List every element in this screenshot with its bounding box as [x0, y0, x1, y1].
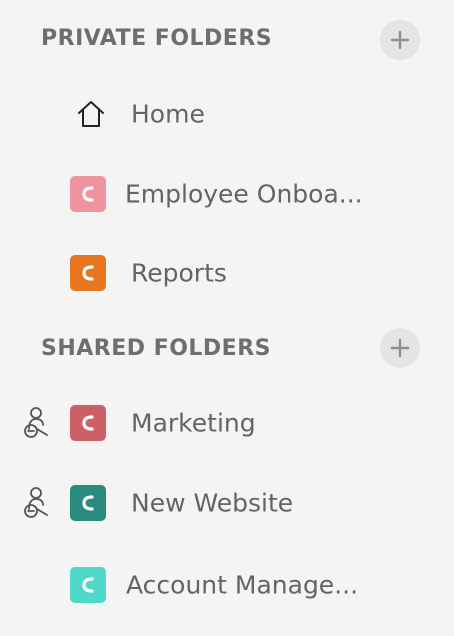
folder-item-employee-onboarding[interactable]: Employee Onboa... — [0, 164, 454, 224]
home-icon — [78, 101, 104, 127]
folder-icon — [70, 567, 106, 603]
folder-label: New Website — [131, 488, 294, 518]
folder-icon — [70, 176, 106, 212]
plus-icon — [390, 30, 410, 50]
folder-label: Reports — [131, 258, 227, 288]
folder-item-marketing[interactable]: Marketing — [0, 393, 454, 453]
folder-icon — [70, 405, 106, 441]
folder-item-new-website[interactable]: New Website — [0, 473, 454, 533]
folder-icon — [70, 255, 106, 291]
shared-folders-header: SHARED FOLDERS — [41, 336, 271, 361]
folder-label: Home — [131, 99, 205, 129]
folder-icon — [70, 485, 106, 521]
shared-users-icon — [24, 407, 48, 438]
private-folders-header: PRIVATE FOLDERS — [41, 26, 273, 51]
add-private-folder-button[interactable] — [380, 20, 420, 60]
folder-label: Account Manage... — [126, 570, 359, 600]
folder-item-home[interactable]: Home — [0, 84, 454, 144]
folder-label: Marketing — [131, 408, 256, 438]
plus-icon — [390, 338, 410, 358]
add-shared-folder-button[interactable] — [380, 328, 420, 368]
folder-label: Employee Onboa... — [125, 179, 363, 209]
shared-users-icon — [24, 487, 48, 518]
folder-item-reports[interactable]: Reports — [0, 243, 454, 303]
folder-item-account-management[interactable]: Account Manage... — [0, 555, 454, 615]
